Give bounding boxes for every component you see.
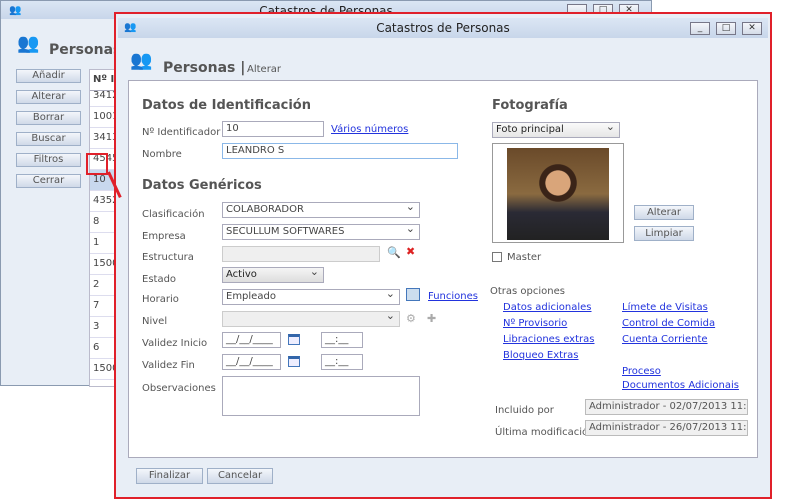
link-right-3[interactable]: Proceso [622,366,661,377]
name-label: Nombre [142,149,182,160]
photo-frame [492,143,624,243]
link-right-1[interactable]: Control de Comida [622,318,715,329]
page-title: Personas | [163,60,246,76]
validez-inicio-date[interactable]: __/__/____ [222,332,281,348]
validez-inicio-label: Validez Inicio [142,338,208,349]
app-icon: 👥 [9,5,22,16]
nivel-select [222,309,400,327]
page-title: Personas [49,42,122,58]
empresa-select[interactable]: SECULLUM SOFTWARES [222,222,420,240]
modif-field: Administrador - 26/07/2013 11:16 [585,420,748,436]
estructura-label: Estructura [142,252,194,263]
window-title: Catastros de Personas [376,21,510,35]
estado-label: Estado [142,274,177,285]
button-buscar[interactable]: Buscar [16,132,81,146]
nivel-edit-icon: ⚙ [406,312,416,325]
observaciones-textarea[interactable] [222,376,420,416]
search-structure-icon[interactable]: 🔍 [387,246,401,259]
modif-label: Última modificación [495,427,595,438]
mode-label: Alterar [247,64,282,75]
photo-limpiar-button[interactable]: Limpiar [634,226,694,241]
empresa-label: Empresa [142,231,186,242]
validez-fin-label: Validez Fin [142,360,195,371]
clasificacion-select[interactable]: COLABORADOR [222,200,420,218]
calendar-icon[interactable] [288,334,300,345]
validez-fin-time[interactable]: __:__ [321,354,363,370]
close-button[interactable]: ✕ [742,22,762,35]
identification-heading: Datos de Identificación [142,98,311,113]
id-input[interactable]: 10 [222,121,324,137]
button-añadir[interactable]: Añadir [16,69,81,83]
link-left-3[interactable]: Bloqueo Extras [503,350,579,361]
link-right-2[interactable]: Cuenta Corriente [622,334,708,345]
finalizar-button[interactable]: Finalizar [136,468,203,484]
nivel-add-icon: ✚ [427,312,437,325]
maximize-button[interactable]: □ [716,22,736,35]
estado-select[interactable]: Activo [222,265,324,283]
id-label: Nº Identificador [142,127,221,138]
photo-heading: Fotografía [492,98,568,113]
content-panel: Datos de Identificación Nº Identificador… [128,80,758,458]
master-checkbox[interactable] [492,252,502,262]
button-cerrar[interactable]: Cerrar [16,174,81,188]
validez-fin-date[interactable]: __/__/____ [222,354,281,370]
name-input[interactable]: LEANDRO S [222,143,458,159]
button-filtros[interactable]: Filtros [16,153,81,167]
button-alterar[interactable]: Alterar [16,90,81,104]
selected-row-highlight [86,153,108,175]
link-right-4[interactable]: Documentos Adicionais [622,380,739,391]
clear-structure-icon[interactable]: ✖ [406,245,415,258]
observaciones-label: Observaciones [142,383,216,394]
other-options-heading: Otras opciones [490,286,565,297]
photo-alterar-button[interactable]: Alterar [634,205,694,220]
link-left-1[interactable]: Nº Provisorio [503,318,567,329]
link-left-0[interactable]: Datos adicionales [503,302,592,313]
horario-label: Horario [142,294,179,305]
varios-numeros-link[interactable]: Vários números [331,124,408,135]
photo-select[interactable]: Foto principal [492,120,620,138]
generic-heading: Datos Genéricos [142,178,262,193]
nivel-label: Nivel [142,316,168,327]
estructura-input [222,246,380,262]
schedule-icon[interactable] [406,288,420,301]
person-photo [507,148,609,240]
persons-icon: 👥 [130,50,153,71]
clasificacion-label: Clasificación [142,209,205,220]
app-icon: 👥 [124,22,137,33]
calendar-icon[interactable] [288,356,300,367]
title-bar: Catastros de Personas [118,18,768,38]
link-right-0[interactable]: Límete de Visitas [622,302,708,313]
horario-select[interactable]: Empleado [222,287,400,305]
cancelar-button[interactable]: Cancelar [207,468,273,484]
button-borrar[interactable]: Borrar [16,111,81,125]
master-label: Master [507,252,542,263]
funciones-link[interactable]: Funciones [428,291,478,302]
incluido-field: Administrador - 02/07/2013 11:28 [585,399,748,415]
dialog-window: Catastros de Personas 👥 _ □ ✕ 👥 Personas… [114,12,772,499]
link-left-2[interactable]: Libraciones extras [503,334,594,345]
incluido-label: Incluido por [495,405,554,416]
minimize-button[interactable]: _ [690,22,710,35]
persons-icon: 👥 [17,33,40,54]
validez-inicio-time[interactable]: __:__ [321,332,363,348]
